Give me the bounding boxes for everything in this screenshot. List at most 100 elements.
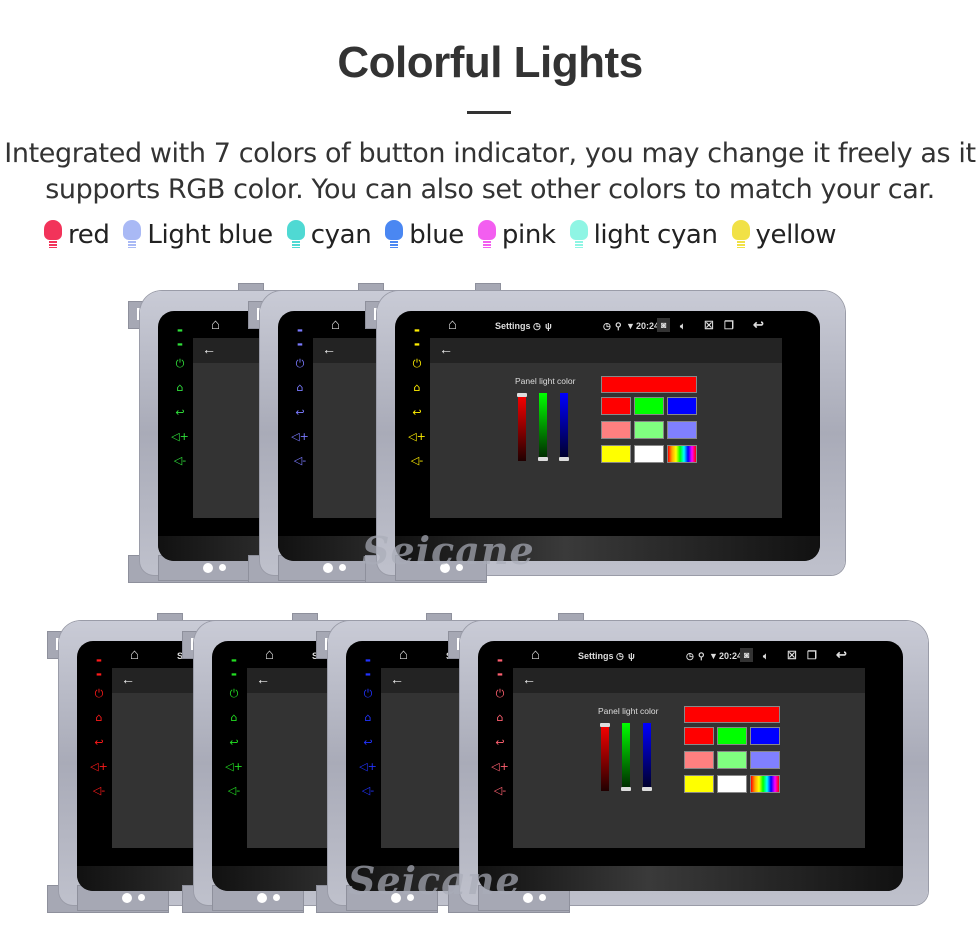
power-button[interactable]: ⏻ <box>407 357 427 371</box>
color-swatch[interactable] <box>717 775 747 793</box>
mic-icon: ▬ <box>297 327 303 334</box>
power-button[interactable]: ⏻ <box>358 687 378 701</box>
volume-down-button[interactable]: ◁- <box>170 454 190 467</box>
volume-down-button[interactable]: ◁- <box>224 784 244 797</box>
volume-up-button[interactable]: ◁+ <box>170 430 190 443</box>
color-swatch[interactable] <box>634 445 664 463</box>
color-swatch[interactable] <box>601 397 631 415</box>
color-swatch[interactable] <box>750 775 780 793</box>
back-arrow-button[interactable]: ← <box>522 671 536 687</box>
home-icon[interactable]: ⌂ <box>265 646 274 663</box>
color-swatch[interactable] <box>601 421 631 439</box>
home-icon[interactable]: ⌂ <box>399 646 408 663</box>
home-icon[interactable]: ⌂ <box>130 646 139 663</box>
back-button[interactable]: ↩ <box>358 736 378 749</box>
volume-down-button[interactable]: ◁- <box>290 454 310 467</box>
slider-knob[interactable] <box>600 723 610 727</box>
slider-green[interactable] <box>621 723 631 791</box>
touch-screen: ▬▬⏻⌂↩◁+◁-⌂Settings◷ψ◷⚲▼20:24◙🔈︎☒❐↩←Panel… <box>478 641 903 891</box>
slider-knob[interactable] <box>559 457 569 461</box>
volume-down-button[interactable]: ◁- <box>490 784 510 797</box>
color-swatch[interactable] <box>684 727 714 745</box>
power-button[interactable]: ⏻ <box>224 687 244 701</box>
close-app-icon[interactable]: ☒ <box>787 649 797 662</box>
home-icon[interactable]: ⌂ <box>331 316 340 333</box>
back-arrow-button[interactable]: ← <box>439 341 453 357</box>
home-icon[interactable]: ⌂ <box>531 646 540 663</box>
slider-green[interactable] <box>538 393 548 461</box>
color-swatch[interactable] <box>717 727 747 745</box>
home-icon[interactable]: ⌂ <box>448 316 457 333</box>
back-icon[interactable]: ↩ <box>836 647 847 663</box>
slider-blue[interactable] <box>642 723 652 791</box>
screenshot-button[interactable]: ◙ <box>740 648 754 662</box>
volume-up-button[interactable]: ◁+ <box>358 760 378 773</box>
back-button[interactable]: ↩ <box>89 736 109 749</box>
slider-blue[interactable] <box>559 393 569 461</box>
home-button[interactable]: ⌂ <box>224 711 244 724</box>
power-button[interactable]: ⏻ <box>170 357 190 371</box>
slider-knob[interactable] <box>621 787 631 791</box>
home-button[interactable]: ⌂ <box>89 711 109 724</box>
home-button[interactable]: ⌂ <box>358 711 378 724</box>
recent-apps-icon[interactable]: ❐ <box>724 319 734 332</box>
back-button[interactable]: ↩ <box>407 406 427 419</box>
close-app-icon[interactable]: ☒ <box>704 319 714 332</box>
back-arrow-button[interactable]: ← <box>121 671 135 687</box>
volume-up-button[interactable]: ◁+ <box>490 760 510 773</box>
back-arrow-button[interactable]: ← <box>256 671 270 687</box>
color-swatch[interactable] <box>750 727 780 745</box>
bracket-hole <box>138 894 145 901</box>
home-icon[interactable]: ⌂ <box>211 316 220 333</box>
color-swatch[interactable] <box>684 751 714 769</box>
color-swatch[interactable] <box>634 421 664 439</box>
panel-light-color-label: Panel light color <box>598 706 659 716</box>
slider-knob[interactable] <box>538 457 548 461</box>
back-icon[interactable]: ↩ <box>753 317 764 333</box>
back-button[interactable]: ↩ <box>224 736 244 749</box>
volume-up-button[interactable]: ◁+ <box>224 760 244 773</box>
volume-down-button[interactable]: ◁- <box>358 784 378 797</box>
page-title: Colorful Lights <box>337 38 643 87</box>
volume-down-button[interactable]: ◁- <box>407 454 427 467</box>
screenshot-button[interactable]: ◙ <box>657 318 671 332</box>
power-button[interactable]: ⏻ <box>89 687 109 701</box>
back-button[interactable]: ↩ <box>170 406 190 419</box>
volume-up-button[interactable]: ◁+ <box>290 430 310 443</box>
recent-apps-icon[interactable]: ❐ <box>807 649 817 662</box>
volume-icon[interactable]: 🔈︎ <box>680 321 685 332</box>
home-button[interactable]: ⌂ <box>407 381 427 394</box>
home-button[interactable]: ⌂ <box>490 711 510 724</box>
home-button[interactable]: ⌂ <box>290 381 310 394</box>
bulb-glass <box>44 220 62 240</box>
back-arrow-button[interactable]: ← <box>322 341 336 357</box>
settings-title: Settings <box>495 321 531 331</box>
home-button[interactable]: ⌂ <box>170 381 190 394</box>
back-arrow-button[interactable]: ← <box>390 671 404 687</box>
slider-red[interactable] <box>600 723 610 791</box>
usb-icon: ψ <box>628 651 635 661</box>
back-button[interactable]: ↩ <box>290 406 310 419</box>
color-swatch[interactable] <box>667 421 697 439</box>
back-button[interactable]: ↩ <box>490 736 510 749</box>
volume-up-button[interactable]: ◁+ <box>407 430 427 443</box>
color-swatch[interactable] <box>667 397 697 415</box>
color-swatch[interactable] <box>634 397 664 415</box>
color-swatch[interactable] <box>601 445 631 463</box>
power-button[interactable]: ⏻ <box>490 687 510 701</box>
volume-up-button[interactable]: ◁+ <box>89 760 109 773</box>
power-button[interactable]: ⏻ <box>290 357 310 371</box>
volume-down-button[interactable]: ◁- <box>89 784 109 797</box>
slider-knob[interactable] <box>642 787 652 791</box>
color-swatch[interactable] <box>717 751 747 769</box>
bulb-icon <box>123 220 142 250</box>
bulb-base <box>482 240 491 248</box>
color-swatch[interactable] <box>750 751 780 769</box>
volume-icon[interactable]: 🔈︎ <box>763 651 768 662</box>
color-swatch[interactable] <box>667 445 697 463</box>
slider-red[interactable] <box>517 393 527 461</box>
slider-knob[interactable] <box>517 393 527 397</box>
back-arrow-button[interactable]: ← <box>202 341 216 357</box>
color-swatch[interactable] <box>684 775 714 793</box>
watermark-logo: Seicane <box>348 858 521 903</box>
